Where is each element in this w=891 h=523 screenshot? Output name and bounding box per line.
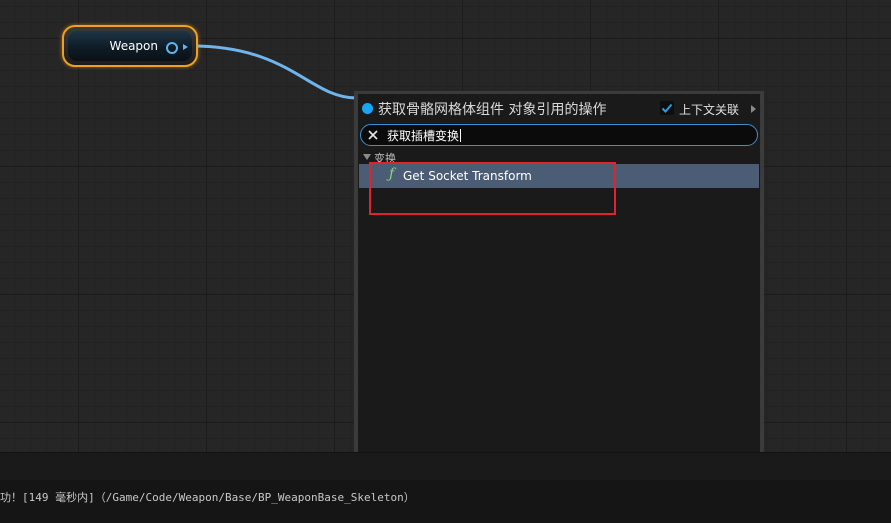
context-sensitive-label: 上下文关联 [679,103,740,117]
weapon-variable-node[interactable]: Weapon [62,25,198,67]
object-reference-icon [362,103,373,114]
checkmark-icon [661,103,673,113]
pin-arrow-icon [183,44,188,50]
graph-bottom-panel [0,452,891,481]
action-menu-header: 获取骨骼网格体组件 对象引用的操作 上下文关联 [358,94,760,124]
search-input[interactable]: 获取插槽变换 [360,124,758,146]
action-menu-title: 获取骨骼网格体组件 对象引用的操作 [378,102,607,118]
annotation-highlight-box [369,162,616,215]
output-pin-icon[interactable] [166,42,178,54]
output-log-line: 功！[149 毫秒内]（/Game/Code/Weapon/Base/BP_We… [0,491,415,504]
node-label: Weapon [109,39,158,53]
close-icon[interactable] [366,128,380,142]
collapse-triangle-icon[interactable] [363,154,371,160]
action-menu: 获取骨骼网格体组件 对象引用的操作 上下文关联 获取插槽变换 变换 ƒ Get … [354,91,764,500]
text-caret [460,129,462,142]
search-input-value: 获取插槽变换 [387,129,460,143]
expand-arrow-icon[interactable] [751,105,756,113]
context-sensitive-checkbox[interactable] [660,101,674,115]
